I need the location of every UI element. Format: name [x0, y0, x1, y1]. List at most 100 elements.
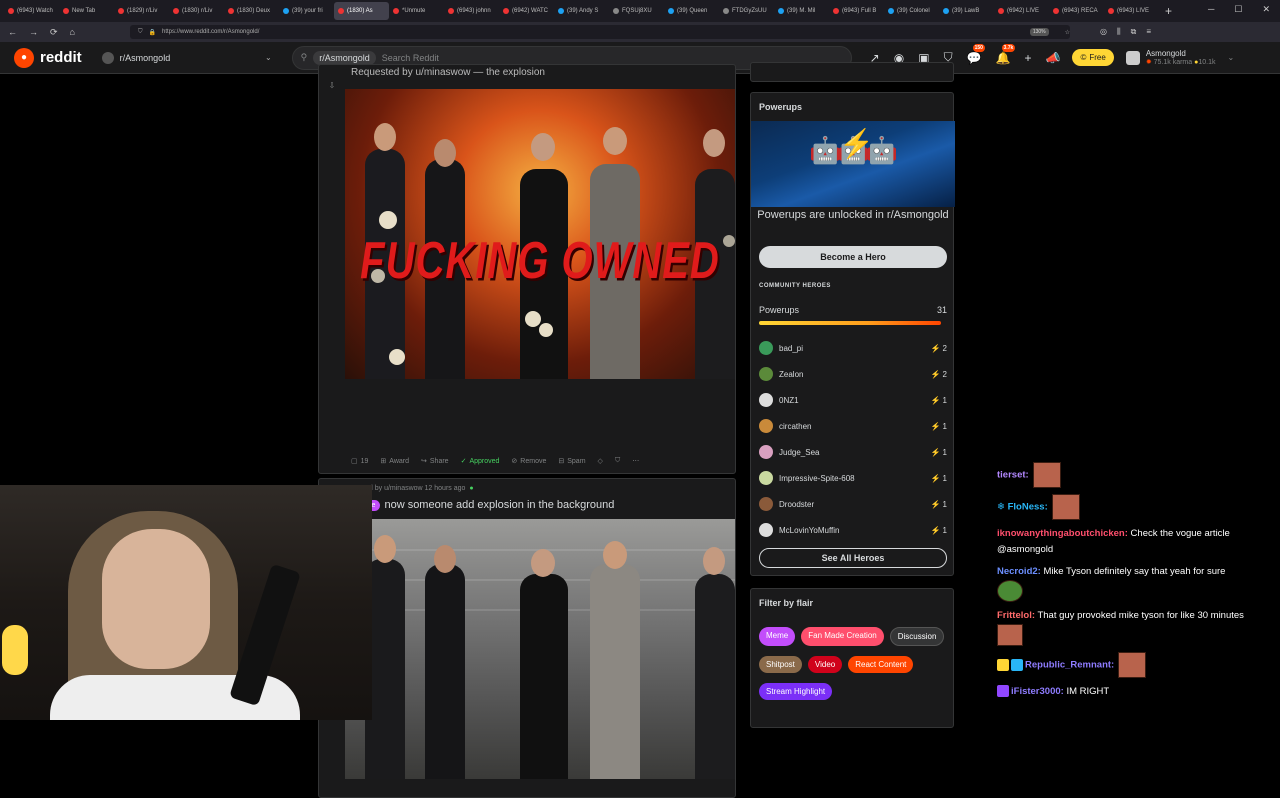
browser-tab[interactable]: (6942) WATC: [499, 2, 554, 20]
hero-points-value: 1: [942, 525, 947, 535]
hero-avatar: [759, 393, 773, 407]
post-image[interactable]: FUCKING OWNED: [345, 89, 735, 379]
favicon-icon: [613, 8, 619, 14]
bookmark-star-icon[interactable]: ☆: [1065, 29, 1070, 36]
hero-list: bad_pi ⚡ 2 Zealon ⚡ 2 0NZ1 ⚡ 1 circathen ⚡ 1 Judge_S…: [759, 335, 947, 543]
tab-label: (6943) RECA: [1062, 8, 1098, 14]
forward-icon[interactable]: →: [29, 27, 38, 38]
flair-filter-chip[interactable]: Fan Made Creation: [801, 627, 884, 646]
menu-icon[interactable]: ≡: [1146, 27, 1151, 37]
close-icon[interactable]: ✕: [1262, 4, 1270, 15]
see-all-heroes-button[interactable]: See All Heroes: [759, 548, 947, 568]
browser-tab[interactable]: (1830) Deux: [224, 2, 279, 20]
post-card[interactable]: ⇩ Requested by u/minaswow — the explosio…: [318, 64, 736, 474]
free-coins-button[interactable]: © Free: [1072, 49, 1114, 66]
post-image[interactable]: [345, 519, 735, 779]
browser-tab[interactable]: (6943) Full B: [829, 2, 884, 20]
browser-tab[interactable]: (39) M. Mil: [774, 2, 829, 20]
flair-filter-chip[interactable]: Meme: [759, 627, 796, 646]
reddit-logo[interactable]: ● reddit: [14, 47, 82, 68]
hero-avatar: [759, 471, 773, 485]
chat-text: Mike Tyson definitely say that yeah for …: [1040, 566, 1226, 577]
tag-icon[interactable]: ◇: [598, 457, 603, 465]
browser-tab[interactable]: (39) your fri: [279, 2, 334, 20]
flair-filter-chip[interactable]: Stream Highlight: [759, 683, 833, 700]
browser-tab[interactable]: (39) LawB: [939, 2, 994, 20]
browser-tab[interactable]: (6943) RECA: [1049, 2, 1104, 20]
browser-tab[interactable]: *Unmute: [389, 2, 444, 20]
hero-row[interactable]: bad_pi ⚡ 2: [759, 335, 947, 361]
become-hero-button[interactable]: Become a Hero: [759, 246, 947, 268]
browser-tab[interactable]: (39) Queen: [664, 2, 719, 20]
chat-username[interactable]: iknowanythingaboutchicken:: [997, 528, 1128, 539]
create-post-icon[interactable]: +: [1024, 51, 1031, 65]
hero-row[interactable]: Zealon ⚡ 2: [759, 361, 947, 387]
minimize-icon[interactable]: ─: [1208, 4, 1214, 15]
url-bar[interactable]: ⛉ 🔒 https://www.reddit.com/r/Asmongold/ …: [130, 25, 1070, 39]
award-button[interactable]: ⊞ Award: [380, 457, 409, 466]
chat-icon[interactable]: 💬 150: [967, 43, 985, 65]
post-card[interactable]: ⇧ 588 ⇩ Posted by u/minaswow 12 hours ag…: [318, 478, 736, 798]
maximize-icon[interactable]: ☐: [1234, 4, 1242, 15]
downvote-icon[interactable]: ⇩: [329, 81, 336, 90]
flair-filter-chip[interactable]: React Content: [848, 656, 914, 673]
library-icon[interactable]: ⫼: [1117, 27, 1121, 37]
browser-tab[interactable]: (1830) As: [334, 2, 389, 20]
advertise-icon[interactable]: 📣: [1046, 51, 1061, 65]
notification-icon[interactable]: 🔔 3.7k: [996, 43, 1016, 65]
snowflake-icon: ❄: [997, 501, 1008, 513]
browser-tab[interactable]: New Tab: [59, 2, 114, 20]
hero-points: ⚡ 1: [931, 500, 947, 509]
hero-row[interactable]: Droodster ⚡ 1: [759, 491, 947, 517]
user-menu[interactable]: Asmongold ✹ 75.1k karma ●10.1k ⌄: [1125, 49, 1234, 66]
browser-tab[interactable]: (6942) LIVE: [994, 2, 1049, 20]
post-title[interactable]: Meme now someone add explosion in the ba…: [351, 499, 614, 511]
browser-tab[interactable]: FQSUj8XU: [609, 2, 664, 20]
browser-tab[interactable]: (6943) LIVE: [1104, 2, 1159, 20]
search-community-chip[interactable]: r/Asmongold: [313, 50, 376, 65]
share-icon: ↪: [421, 458, 427, 465]
back-icon[interactable]: ←: [8, 27, 17, 38]
home-icon[interactable]: ⌂: [70, 27, 75, 38]
browser-tab[interactable]: (39) Andy S: [554, 2, 609, 20]
hero-points: ⚡ 1: [931, 396, 947, 405]
hero-row[interactable]: Judge_Sea ⚡ 1: [759, 439, 947, 465]
new-tab-button[interactable]: +: [1165, 4, 1172, 18]
sidebar-card: [750, 62, 954, 82]
browser-tab[interactable]: (1829) r/Liv: [114, 2, 169, 20]
browser-tab[interactable]: (6943) johnn: [444, 2, 499, 20]
browser-tab[interactable]: FTDGyZsUU: [719, 2, 774, 20]
zoom-badge[interactable]: 130%: [1029, 28, 1049, 36]
remove-button[interactable]: ⊘ Remove: [511, 457, 546, 466]
post-actions: ▢ 19 ⊞ Award ↪ Share ✓ Approved ⊘ Remove ⊟ Spa…: [351, 457, 639, 465]
tab-label: (6942) LIVE: [1007, 8, 1040, 14]
pocket-icon[interactable]: ◎: [1100, 27, 1107, 37]
hero-row[interactable]: McLovinYoMuffin ⚡ 1: [759, 517, 947, 543]
favicon-icon: [63, 8, 69, 14]
hero-row[interactable]: Impressive-Spite-608 ⚡ 1: [759, 465, 947, 491]
community-selector[interactable]: r/Asmongold ⌄: [101, 51, 272, 64]
flair-filter-chip[interactable]: Video: [807, 656, 843, 673]
chat-username[interactable]: iFister3000:: [1011, 686, 1064, 697]
spam-button[interactable]: ⊟ Spam: [558, 457, 585, 466]
chat-username[interactable]: FloNess:: [1008, 502, 1048, 513]
chat-username[interactable]: tierset:: [997, 470, 1029, 481]
chat-username[interactable]: Republic_Remnant:: [1025, 660, 1114, 671]
browser-tab[interactable]: (39) Colonel: [884, 2, 939, 20]
flair-filter-chip[interactable]: Shitpost: [759, 656, 802, 673]
reload-icon[interactable]: ⟳: [50, 27, 58, 38]
approved-button[interactable]: ✓ Approved: [461, 457, 500, 466]
extension-icon[interactable]: ⧉: [1131, 27, 1137, 37]
browser-tab[interactable]: (6943) Watch: [4, 2, 59, 20]
hero-row[interactable]: 0NZ1 ⚡ 1: [759, 387, 947, 413]
share-button[interactable]: ↪ Share: [421, 457, 449, 466]
mod-shield-icon[interactable]: ⛉: [615, 457, 620, 465]
powerups-progress-bar: [759, 321, 941, 325]
chat-username[interactable]: Necroid2:: [997, 566, 1041, 577]
comments-button[interactable]: ▢ 19: [351, 457, 368, 466]
browser-tab[interactable]: (1830) r/Liv: [169, 2, 224, 20]
chat-username[interactable]: Frittelol:: [997, 610, 1035, 621]
more-options-icon[interactable]: ⋯: [632, 457, 639, 465]
hero-row[interactable]: circathen ⚡ 1: [759, 413, 947, 439]
flair-filter-chip[interactable]: Discussion: [889, 627, 945, 646]
